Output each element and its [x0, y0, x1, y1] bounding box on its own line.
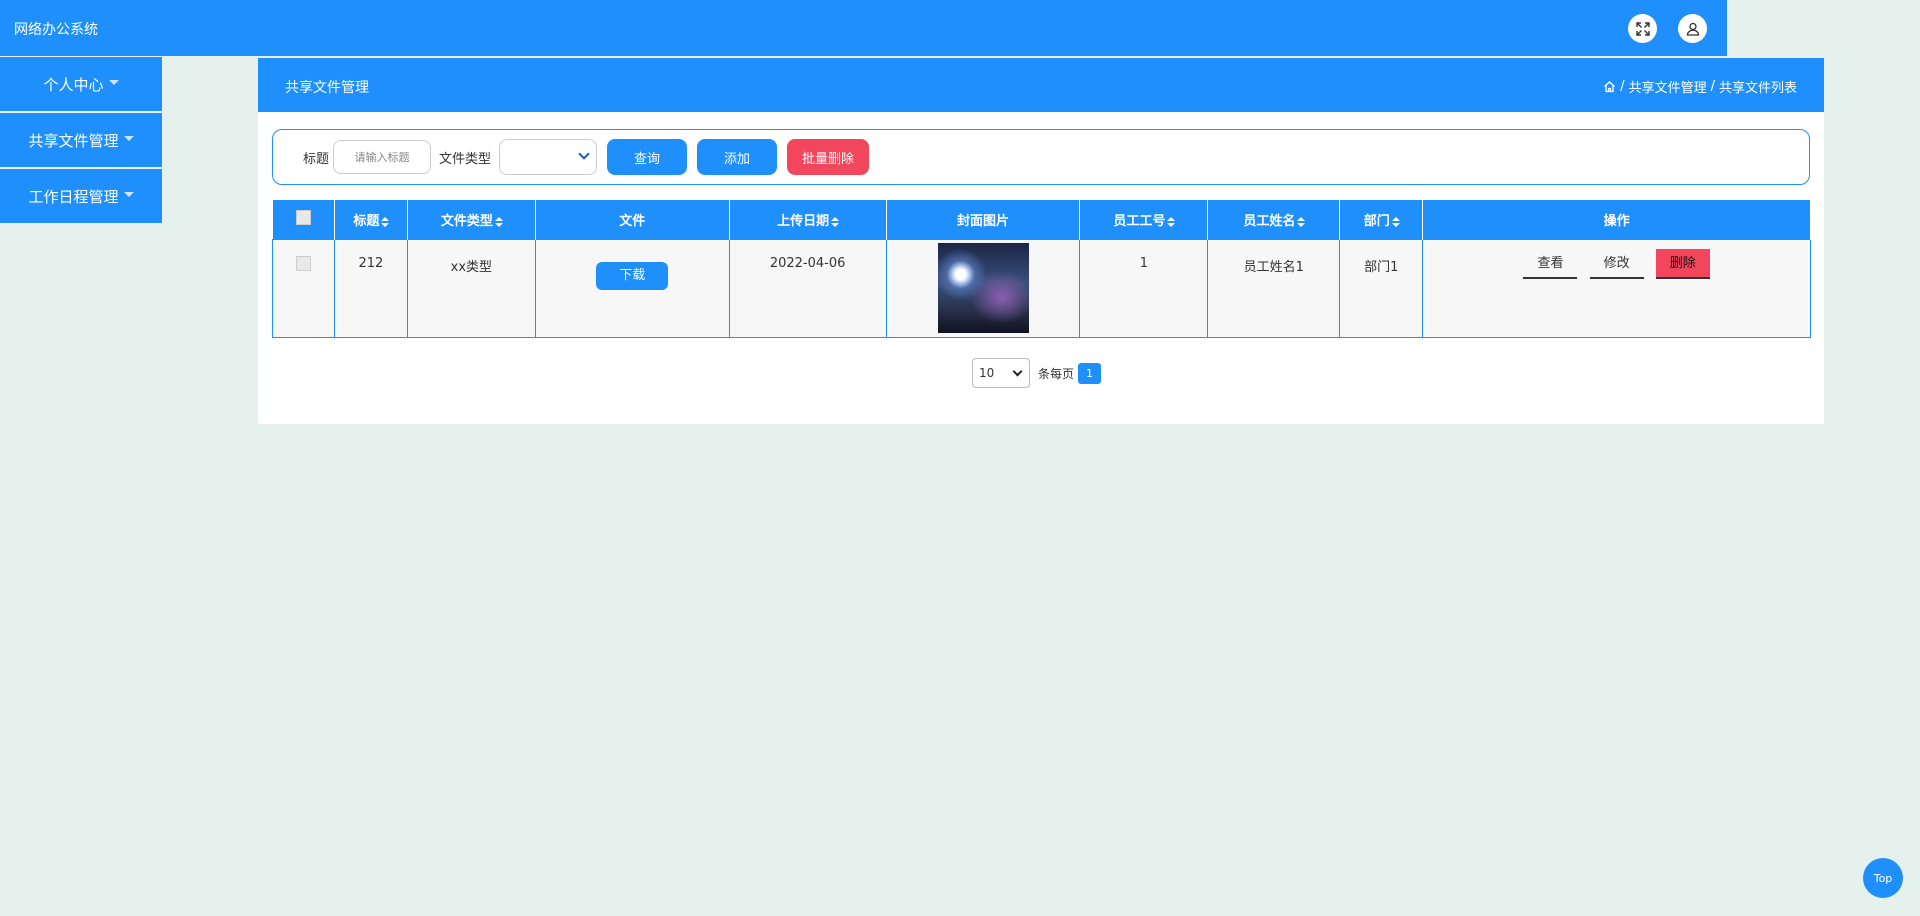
breadcrumb-item: 共享文件列表 [1718, 81, 1797, 96]
sort-icon [1391, 216, 1400, 227]
query-button[interactable]: 查询 [607, 139, 688, 175]
sidebar-item-label: 个人中心 [43, 75, 104, 94]
cell-file-type: xx类型 [406, 239, 536, 338]
caret-down-icon [123, 191, 134, 197]
table-row: 212 xx类型 下载 2022-04-06 1 员工姓名1 部门1 查看 修改… [272, 239, 1811, 338]
sidebar-item-work-schedule[interactable]: 工作日程管理 [0, 169, 162, 223]
batch-delete-button[interactable]: 批量删除 [787, 139, 870, 175]
edit-button[interactable]: 修改 [1589, 249, 1644, 279]
cell-employee-name: 员工姓名1 [1207, 239, 1341, 338]
user-icon[interactable] [1678, 14, 1707, 43]
sort-icon [1167, 216, 1176, 227]
select-all-checkbox[interactable] [295, 210, 311, 225]
file-type-select[interactable] [499, 139, 598, 175]
file-table: 标题 文件类型 文件 上传日期 封面图片 员工工号 员工姓名 部门 操作 212… [272, 200, 1811, 338]
top-bar: 网络办公系统 [0, 0, 1727, 56]
delete-button[interactable]: 删除 [1655, 249, 1710, 279]
sidebar-item-label: 共享文件管理 [28, 131, 119, 150]
column-header[interactable]: 标题 [334, 200, 408, 240]
sort-icon [494, 216, 503, 227]
app-title: 网络办公系统 [14, 22, 98, 38]
column-header[interactable]: 员工姓名 [1207, 200, 1341, 240]
fullscreen-icon[interactable] [1628, 14, 1657, 43]
sort-icon [831, 216, 840, 227]
cell-department: 部门1 [1339, 239, 1424, 338]
caret-down-icon [108, 79, 119, 85]
column-header[interactable]: 部门 [1339, 200, 1424, 240]
home-icon[interactable] [1603, 80, 1616, 93]
search-form: 标题 文件类型 查询 添加 批量删除 [272, 129, 1810, 185]
column-header: 封面图片 [886, 200, 1081, 240]
caret-down-icon [123, 135, 134, 141]
cell-title: 212 [333, 239, 408, 338]
cell-upload-date: 2022-04-06 [728, 239, 887, 338]
page-title: 共享文件管理 [285, 80, 369, 96]
sort-icon [381, 216, 390, 227]
page-number-current[interactable]: 1 [1078, 362, 1102, 384]
chevron-down-icon [578, 148, 590, 160]
table-header-row: 标题 文件类型 文件 上传日期 封面图片 员工工号 员工姓名 部门 操作 [272, 200, 1811, 240]
file-type-label: 文件类型 [439, 151, 492, 167]
sidebar: 个人中心 共享文件管理 工作日程管理 [0, 57, 162, 225]
sidebar-item-personal-center[interactable]: 个人中心 [0, 57, 162, 111]
sidebar-item-label: 工作日程管理 [28, 187, 119, 206]
cover-image[interactable] [937, 243, 1029, 333]
pagination: 10 条每页 1 [972, 358, 1102, 388]
download-button[interactable]: 下载 [596, 262, 669, 290]
breadcrumb-item[interactable]: 共享文件管理 [1629, 77, 1707, 96]
column-header[interactable]: 文件类型 [407, 200, 536, 240]
cell-employee-no: 1 [1079, 239, 1209, 338]
row-checkbox[interactable] [295, 256, 311, 271]
column-header[interactable]: 员工工号 [1079, 200, 1209, 240]
column-header: 文件 [535, 200, 730, 240]
view-button[interactable]: 查看 [1523, 249, 1578, 279]
column-header: 操作 [1422, 200, 1811, 240]
chevron-down-icon [1012, 366, 1023, 377]
main-panel: 共享文件管理 / 共享文件管理 / 共享文件列表 标题 文件类型 查询 添加 批… [258, 58, 1824, 424]
column-header[interactable]: 上传日期 [729, 200, 887, 240]
per-page-label: 条每页 [1038, 366, 1075, 381]
sort-icon [1297, 216, 1306, 227]
breadcrumb: / 共享文件管理 / 共享文件列表 [1603, 77, 1797, 96]
back-to-top-button[interactable]: Top [1863, 858, 1903, 898]
add-button[interactable]: 添加 [697, 139, 778, 175]
sidebar-item-shared-files[interactable]: 共享文件管理 [0, 113, 162, 167]
title-search-input[interactable] [333, 140, 432, 174]
page-size-select[interactable]: 10 [972, 358, 1030, 388]
title-label: 标题 [303, 151, 330, 167]
main-header: 共享文件管理 / 共享文件管理 / 共享文件列表 [258, 58, 1824, 112]
